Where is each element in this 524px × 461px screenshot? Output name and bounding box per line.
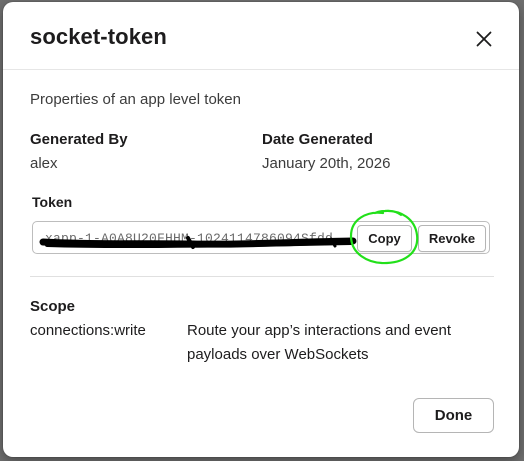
generated-by-label: Generated By: [30, 131, 128, 148]
close-button[interactable]: [469, 24, 499, 54]
token-redaction-scribble: [39, 236, 357, 249]
copy-button[interactable]: Copy: [357, 225, 412, 252]
date-generated-label: Date Generated: [262, 131, 373, 148]
generated-by-value: alex: [30, 155, 58, 172]
token-properties-dialog: socket-token Properties of an app level …: [3, 2, 519, 457]
token-label: Token: [32, 194, 73, 210]
scope-description-line1: Route your app’s interactions and event: [187, 322, 452, 339]
header-divider: [3, 69, 519, 70]
dialog-subtitle: Properties of an app level token: [30, 91, 241, 108]
dialog-title: socket-token: [30, 24, 167, 49]
scope-label: Scope: [30, 298, 76, 315]
revoke-button[interactable]: Revoke: [418, 225, 486, 252]
section-divider: [30, 276, 494, 277]
done-button[interactable]: Done: [413, 398, 494, 433]
scope-description-line2: payloads over WebSockets: [187, 346, 369, 363]
scope-name: connections:write: [30, 322, 146, 339]
date-generated-value: January 20th, 2026: [262, 155, 391, 172]
close-icon: [476, 31, 492, 47]
